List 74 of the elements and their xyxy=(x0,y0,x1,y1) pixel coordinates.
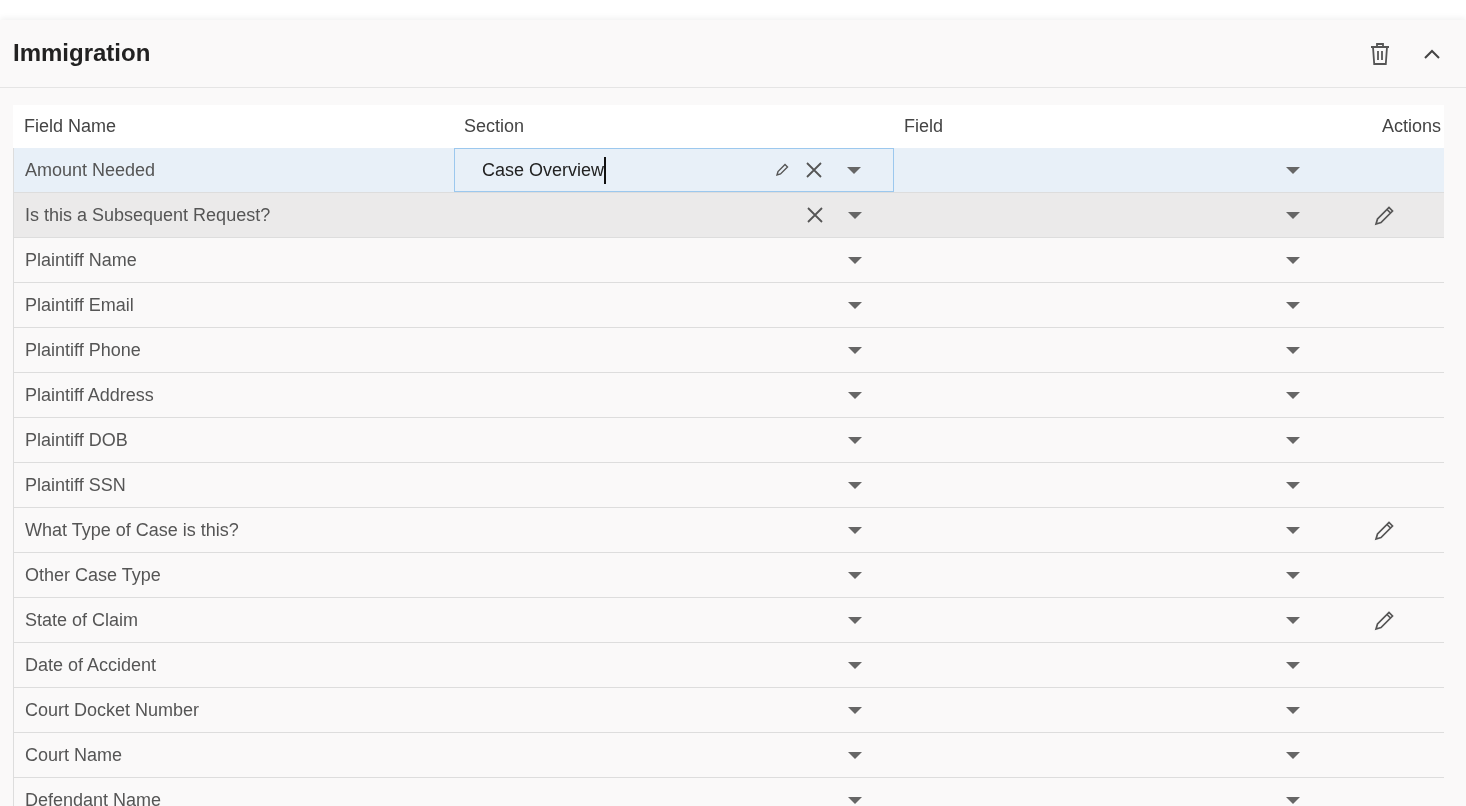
caret-icon xyxy=(848,706,862,714)
table-row[interactable]: Plaintiff Address xyxy=(13,373,1444,418)
caret-icon xyxy=(847,166,861,174)
table-row[interactable]: Court Name xyxy=(13,733,1444,778)
caret-icon xyxy=(848,616,862,624)
caret-icon xyxy=(848,211,862,219)
caret-icon xyxy=(1286,616,1300,624)
table-cell-text: Plaintiff Email xyxy=(24,293,135,317)
panel-title: Immigration xyxy=(13,39,152,68)
table-row[interactable]: Plaintiff DOB xyxy=(13,418,1444,463)
caret-icon xyxy=(1286,571,1300,579)
table-cell-text: Court Name xyxy=(24,743,124,767)
table-cell-text: What Type of Case is this? xyxy=(24,518,240,542)
table-cell-text: Plaintiff SSN xyxy=(24,473,127,497)
caret-icon xyxy=(848,571,862,579)
caret-icon xyxy=(1286,166,1300,174)
caret-icon xyxy=(848,436,862,444)
table-row[interactable]: Amount Needed Case Overview xyxy=(13,148,1444,193)
caret-icon xyxy=(848,346,862,354)
table-row[interactable]: Other Case Type xyxy=(13,553,1444,598)
table-cell-text: Plaintiff Name xyxy=(24,248,138,272)
table-cell-text: Defendant Name xyxy=(24,788,163,806)
section-dropdown[interactable]: Case Overview xyxy=(454,148,894,192)
pencil-icon xyxy=(1374,204,1396,226)
table-row[interactable]: Court Docket Number xyxy=(13,688,1444,733)
caret-icon xyxy=(848,481,862,489)
trash-icon xyxy=(1369,41,1391,66)
pencil-icon xyxy=(1374,609,1396,631)
table-cell-text: Other Case Type xyxy=(24,563,162,587)
caret-icon xyxy=(1286,211,1300,219)
field-name-header: Field Name xyxy=(23,115,118,138)
table-row[interactable]: Defendant Name xyxy=(13,778,1444,806)
pencil-icon xyxy=(1374,519,1396,541)
caret-icon xyxy=(1286,796,1300,804)
table-row[interactable]: Date of Accident xyxy=(13,643,1444,688)
caret-icon xyxy=(848,796,862,804)
section-header: Section xyxy=(463,115,526,138)
close-icon xyxy=(806,206,824,224)
pencil-icon xyxy=(775,163,789,177)
table-row[interactable]: Plaintiff Name xyxy=(13,238,1444,283)
caret-icon xyxy=(1286,706,1300,714)
caret-icon xyxy=(1286,751,1300,759)
table-cell-text: Plaintiff Address xyxy=(24,383,155,407)
caret-icon xyxy=(848,391,862,399)
caret-icon xyxy=(1286,391,1300,399)
caret-icon xyxy=(848,526,862,534)
caret-icon xyxy=(1286,436,1300,444)
table-cell-text: Plaintiff DOB xyxy=(24,428,129,452)
caret-icon xyxy=(1286,256,1300,264)
caret-icon xyxy=(848,256,862,264)
table-row[interactable]: What Type of Case is this? xyxy=(13,508,1444,553)
chevron-up-icon xyxy=(1423,47,1441,60)
table-row[interactable]: Plaintiff Phone xyxy=(13,328,1444,373)
table-cell-text: Date of Accident xyxy=(24,653,158,677)
field-header: Field xyxy=(903,115,944,138)
caret-icon xyxy=(848,301,862,309)
table-cell-text: Amount Needed xyxy=(24,158,157,182)
caret-icon xyxy=(1286,481,1300,489)
caret-icon xyxy=(848,661,862,669)
table-row[interactable]: Plaintiff Email xyxy=(13,283,1444,328)
caret-icon xyxy=(848,751,862,759)
caret-icon xyxy=(1286,526,1300,534)
caret-icon xyxy=(1286,661,1300,669)
table-row[interactable]: Plaintiff SSN xyxy=(13,463,1444,508)
table-cell-text: Court Docket Number xyxy=(24,698,201,722)
table-row[interactable]: State of Claim xyxy=(13,598,1444,643)
close-icon xyxy=(805,161,823,179)
caret-icon xyxy=(1286,346,1300,354)
table-row[interactable]: Is this a Subsequent Request? xyxy=(13,193,1444,238)
table-cell-text: State of Claim xyxy=(24,608,140,632)
actions-header: Actions xyxy=(1380,115,1442,138)
table-cell-text: Is this a Subsequent Request? xyxy=(24,203,272,227)
caret-icon xyxy=(1286,301,1300,309)
table-cell-text: Plaintiff Phone xyxy=(24,338,142,362)
